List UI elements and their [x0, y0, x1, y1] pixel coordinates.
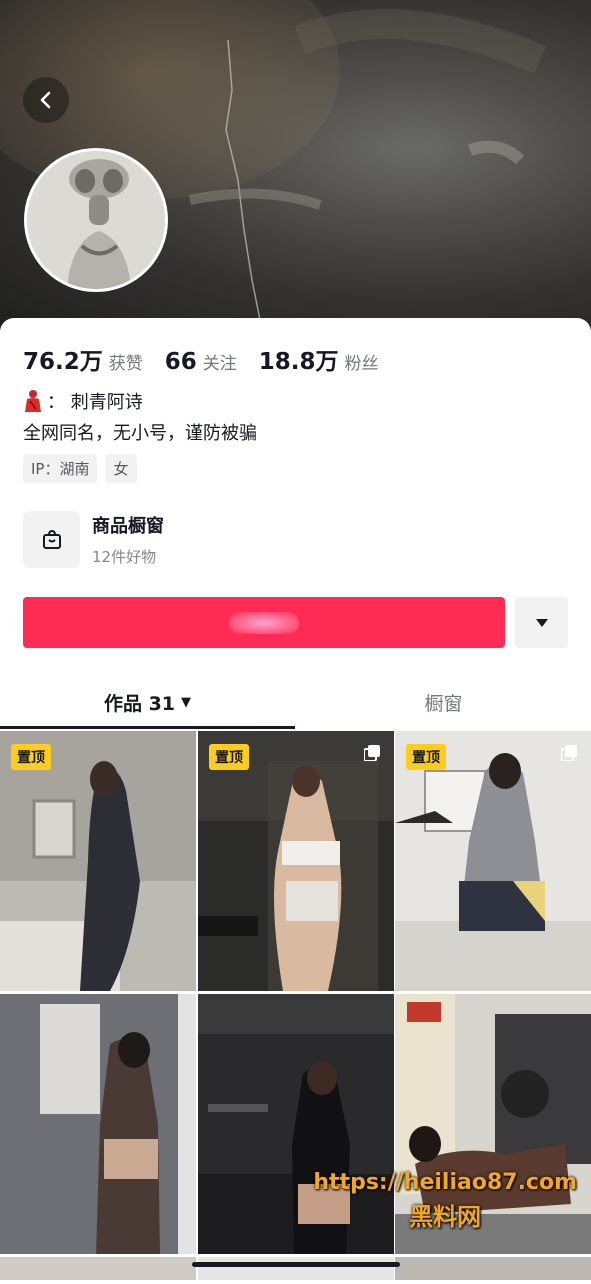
showcase-subtitle: 12件好物 — [92, 548, 157, 566]
tab-showcase-label: 橱窗 — [424, 692, 463, 715]
tab-works[interactable]: 作品 31 ▼ — [0, 678, 295, 726]
bio-line-2: 全网同名，无小号，谨防被骗 — [23, 423, 257, 444]
stat-likes-label: 获赞 — [108, 354, 143, 374]
multi-image-icon — [561, 745, 577, 761]
partial-thumbnails — [0, 1257, 591, 1280]
video-thumbnail-image — [395, 731, 591, 991]
video-thumbnail-image — [0, 731, 196, 991]
more-options-button[interactable] — [515, 597, 568, 648]
product-showcase-entry[interactable]: 商品橱窗 12件好物 — [23, 511, 164, 568]
follow-button-blurred-label — [229, 611, 299, 634]
video-thumbnail[interactable]: 置顶 — [395, 731, 591, 991]
video-thumbnail[interactable] — [0, 994, 196, 1254]
video-grid-next-row — [0, 1257, 591, 1280]
profile-tags: IP：湖南 女 — [23, 454, 145, 483]
stat-following-value: 66 — [164, 349, 197, 375]
shopping-bag-icon — [23, 511, 80, 568]
stats-row: 76.2万 获赞 66 关注 18.8万 粉丝 — [23, 342, 401, 376]
bio-line-1: ： 刺青阿诗 — [23, 388, 143, 414]
stat-followers-value: 18.8万 — [258, 349, 339, 375]
multi-image-icon — [364, 745, 380, 761]
tab-showcase[interactable]: 橱窗 — [296, 678, 591, 726]
stat-likes-value: 76.2万 — [23, 349, 103, 375]
pinned-badge: 置顶 — [11, 744, 51, 770]
stat-followers-label: 粉丝 — [344, 354, 379, 374]
follow-button[interactable] — [23, 597, 505, 648]
pinned-badge: 置顶 — [406, 744, 446, 770]
bio-name-text: ： 刺青阿诗 — [47, 392, 143, 413]
video-thumbnail[interactable]: 置顶 — [198, 731, 394, 991]
caret-down-icon — [535, 618, 548, 627]
video-thumbnail-image — [0, 994, 196, 1254]
watermark-url: https://heiliao87.com — [313, 1170, 577, 1195]
pinned-badge: 置顶 — [209, 744, 249, 770]
stat-likes[interactable]: 76.2万 获赞 — [23, 342, 143, 376]
back-button[interactable] — [23, 77, 69, 123]
avatar-image — [27, 151, 165, 289]
home-indicator — [192, 1262, 400, 1267]
video-thumbnail[interactable]: 置顶 — [0, 731, 196, 991]
tag-gender: 女 — [105, 454, 137, 483]
avatar[interactable] — [24, 148, 168, 292]
tab-works-label: 作品 31 — [103, 692, 176, 715]
red-figure-emoji-icon — [25, 390, 41, 412]
watermark: https://heiliao87.com 黑料网 — [313, 1170, 577, 1232]
showcase-title: 商品橱窗 — [92, 516, 164, 537]
stat-followers[interactable]: 18.8万 粉丝 — [259, 342, 379, 376]
profile-header-cover — [0, 0, 591, 330]
chevron-left-icon — [40, 91, 51, 109]
watermark-site-name: 黑料网 — [409, 1203, 482, 1231]
caret-down-icon: ▼ — [181, 694, 192, 710]
profile-tabs: 作品 31 ▼ 橱窗 — [0, 678, 591, 730]
stat-following-label: 关注 — [202, 354, 237, 374]
video-thumbnail-image — [198, 731, 394, 991]
tag-ip-location: IP：湖南 — [23, 454, 98, 483]
tab-active-indicator — [0, 726, 295, 729]
stat-following[interactable]: 66 关注 — [165, 349, 237, 375]
